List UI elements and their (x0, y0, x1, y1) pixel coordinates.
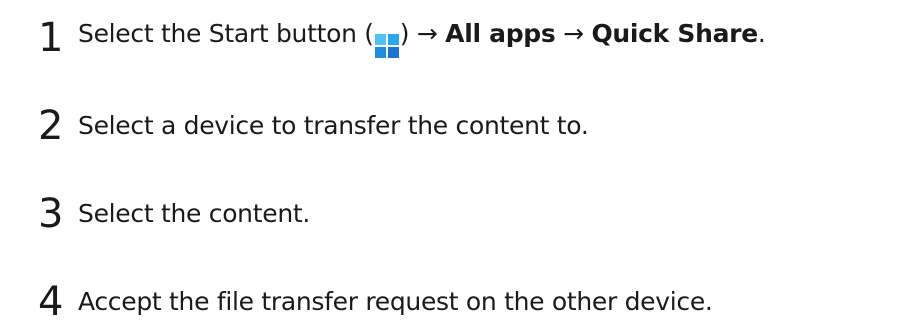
step-text: Select the Start button () → All apps → … (78, 19, 766, 58)
step-number: 1 (38, 15, 64, 61)
step-text-part: Select the Start button ( (78, 18, 374, 48)
windows-start-icon (374, 33, 399, 58)
step-number: 3 (38, 191, 64, 237)
step-1: 1 Select the Start button () → All apps … (38, 8, 908, 68)
step-number: 2 (38, 103, 64, 149)
step-3: 3 Select the content. (38, 184, 908, 244)
step-2: 2 Select a device to transfer the conten… (38, 96, 908, 156)
arrow-text: → (555, 18, 592, 48)
step-number: 4 (38, 279, 64, 325)
quick-share-label: Quick Share (591, 18, 758, 48)
all-apps-label: All apps (445, 18, 556, 48)
step-4: 4 Accept the file transfer request on th… (38, 272, 908, 332)
step-text: Select the content. (78, 199, 311, 228)
step-text-part: ) → (399, 18, 446, 48)
step-text-part: . (757, 18, 766, 48)
step-text: Select a device to transfer the content … (78, 111, 589, 140)
instruction-steps: 1 Select the Start button () → All apps … (0, 0, 910, 336)
step-text: Accept the file transfer request on the … (78, 287, 713, 316)
